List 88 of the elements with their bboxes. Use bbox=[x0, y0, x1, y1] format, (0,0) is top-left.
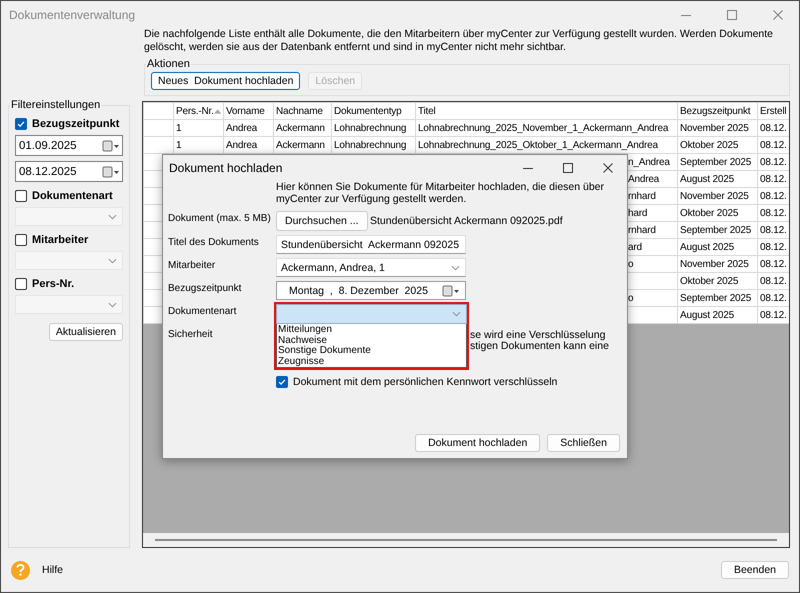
close-icon[interactable] bbox=[603, 163, 613, 173]
table-cell: ard bbox=[628, 242, 642, 252]
column-header[interactable]: Pers.-Nr. bbox=[174, 102, 224, 120]
maximize-icon[interactable] bbox=[563, 163, 573, 173]
table-cell: Ackermann bbox=[274, 120, 332, 136]
date-field[interactable]: 01.09.2025 bbox=[15, 135, 123, 156]
group-title: Aktionen bbox=[146, 58, 191, 70]
column-header[interactable]: Nachname bbox=[274, 102, 332, 120]
table-cell: rnhard bbox=[628, 190, 656, 202]
table-cell: November 2025 bbox=[678, 256, 758, 272]
column-header[interactable]: Vorname bbox=[224, 102, 274, 120]
scrollbar[interactable] bbox=[155, 539, 777, 541]
table-cell: o bbox=[628, 258, 634, 270]
dropdown-field[interactable] bbox=[15, 251, 123, 270]
field-label: Titel des Dokuments bbox=[168, 236, 260, 248]
column-header[interactable]: Titel bbox=[416, 102, 678, 120]
title-field[interactable]: Stundenübersicht Ackermann 092025 bbox=[276, 235, 466, 254]
table-cell: n_Andrea bbox=[628, 156, 670, 168]
checkbox-label[interactable]: Pers-Nr. bbox=[32, 278, 74, 290]
chevron-down-icon bbox=[452, 311, 461, 317]
table-cell: September 2025 bbox=[678, 222, 758, 238]
table-cell: Oktober 2025 bbox=[678, 136, 758, 154]
date-picker[interactable]: Montag , 8. Dezember 2025 bbox=[276, 281, 466, 300]
dropdown-option[interactable]: Mitteilungen bbox=[277, 325, 466, 336]
table-cell: Andrea bbox=[224, 120, 274, 136]
security-text: se wird eine Verschlüsselung bbox=[470, 330, 606, 341]
checkmark-icon bbox=[277, 377, 287, 387]
date-field[interactable]: 08.12.2025 bbox=[15, 161, 123, 182]
table-cell: September 2025 bbox=[678, 154, 758, 170]
field-label: Dokument (max. 5 MB) bbox=[168, 212, 272, 224]
checkbox-label[interactable]: Mitarbeiter bbox=[32, 234, 88, 246]
calendar-dropdown-icon[interactable] bbox=[102, 140, 120, 152]
table-cell: August 2025 bbox=[678, 238, 758, 256]
calendar-dropdown-icon[interactable] bbox=[442, 284, 460, 296]
checkbox[interactable] bbox=[276, 376, 288, 388]
dropdown-option[interactable]: Nachweise bbox=[277, 336, 466, 346]
column-header[interactable]: Bezugszeitpunkt bbox=[678, 102, 758, 120]
exit-button[interactable]: Beenden bbox=[720, 561, 789, 579]
checkbox-label[interactable]: Dokument mit dem persönlichen Kennwort verschlüsseln bbox=[293, 376, 558, 388]
checkbox-label[interactable]: Dokumentenart bbox=[32, 190, 113, 202]
table-cell: November 2025 bbox=[678, 188, 758, 204]
chevron-down-icon bbox=[108, 302, 117, 308]
table-cell: Andrea bbox=[628, 174, 660, 184]
chevron-down-icon bbox=[108, 214, 117, 220]
dialog-button[interactable]: Dokument hochladen bbox=[415, 434, 540, 452]
calendar-dropdown-icon[interactable] bbox=[102, 166, 120, 178]
checkbox[interactable] bbox=[15, 190, 27, 202]
checkbox[interactable] bbox=[15, 278, 27, 290]
checkmark-icon bbox=[16, 119, 26, 129]
window-title: Dokumentenverwaltung bbox=[9, 8, 136, 22]
field-label: Bezugszeitpunkt bbox=[168, 282, 242, 294]
table-cell: Oktober 2025 bbox=[678, 204, 758, 222]
table-cell: o bbox=[628, 292, 634, 304]
dialog-title: Dokument hochladen bbox=[169, 161, 284, 175]
table-cell: hard bbox=[628, 208, 648, 218]
table-cell: Oktober 2025 bbox=[678, 272, 758, 290]
dialog-button[interactable]: Schließen bbox=[547, 434, 620, 452]
table-cell: Lohnabrechnung bbox=[332, 120, 416, 136]
intro-text: Hier können Sie Dokumente für Mitarbeiter hochladen, die diesen über myCenter zur Verfügung gestellt werden. bbox=[276, 181, 606, 205]
table-cell: rnhard bbox=[628, 224, 656, 236]
browse-button[interactable]: Durchsuchen ... bbox=[276, 211, 368, 231]
table-cell: Lohnabrechnung_2025_November_1_Ackermann_Andrea bbox=[416, 120, 678, 136]
dropdown-field[interactable] bbox=[15, 207, 123, 226]
table-cell: November 2025 bbox=[678, 120, 758, 136]
checkbox-label[interactable]: Bezugszeitpunkt bbox=[32, 118, 120, 130]
sort-up-icon bbox=[214, 108, 221, 114]
chevron-down-icon bbox=[108, 258, 117, 264]
column-header[interactable]: Erstell bbox=[758, 102, 789, 120]
help-label[interactable]: Hilfe bbox=[42, 564, 64, 576]
employee-dropdown[interactable]: Ackermann, Andrea, 1 bbox=[276, 258, 466, 277]
group-title: Filtereinstellungen bbox=[10, 99, 102, 111]
table-cell: August 2025 bbox=[678, 170, 758, 188]
field-label: Sicherheit bbox=[168, 328, 214, 340]
checkbox[interactable] bbox=[15, 234, 27, 246]
dropdown-option[interactable]: Zeugnisse bbox=[277, 356, 466, 367]
security-text: stigen Dokumenten kann eine bbox=[470, 341, 610, 352]
checkbox[interactable] bbox=[15, 118, 27, 130]
table-cell: September 2025 bbox=[678, 290, 758, 306]
table-cell: 1 bbox=[174, 120, 224, 136]
description-text: Die nachfolgende Liste enthält alle Dokumente, die den Mitarbeitern über myCenter zur Verfügung gestellt wurden. Werden Dokumente gelöscht, werden sie aus der Datenbank entfernt und sind in myCenter nicht mehr sichtbar. bbox=[144, 28, 774, 54]
field-label: Dokumentenart bbox=[168, 305, 238, 317]
field-label: Mitarbeiter bbox=[168, 259, 216, 271]
action-button[interactable]: Neues Dokument hochladen bbox=[151, 72, 300, 90]
dropdown-option[interactable]: Sonstige Dokumente bbox=[277, 346, 466, 356]
chevron-down-icon bbox=[451, 264, 460, 270]
column-header[interactable]: Dokumententyp bbox=[332, 102, 416, 120]
refresh-button[interactable]: Aktualisieren bbox=[48, 323, 123, 341]
dropdown-field[interactable] bbox=[15, 295, 123, 314]
